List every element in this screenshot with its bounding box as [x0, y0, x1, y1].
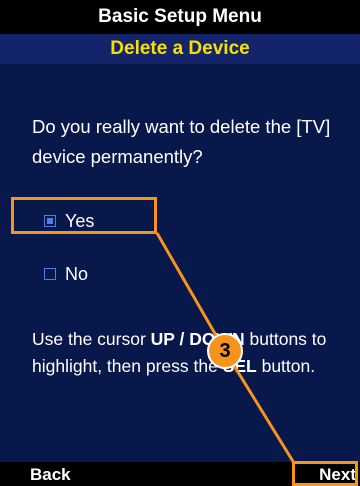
highlight-next-frame [292, 461, 358, 486]
step-number-badge: 3 [207, 333, 243, 369]
callout-line-yes [155, 232, 227, 352]
highlight-yes-frame [11, 197, 157, 234]
callout-lines [155, 232, 296, 464]
callout-line-next [223, 350, 296, 464]
